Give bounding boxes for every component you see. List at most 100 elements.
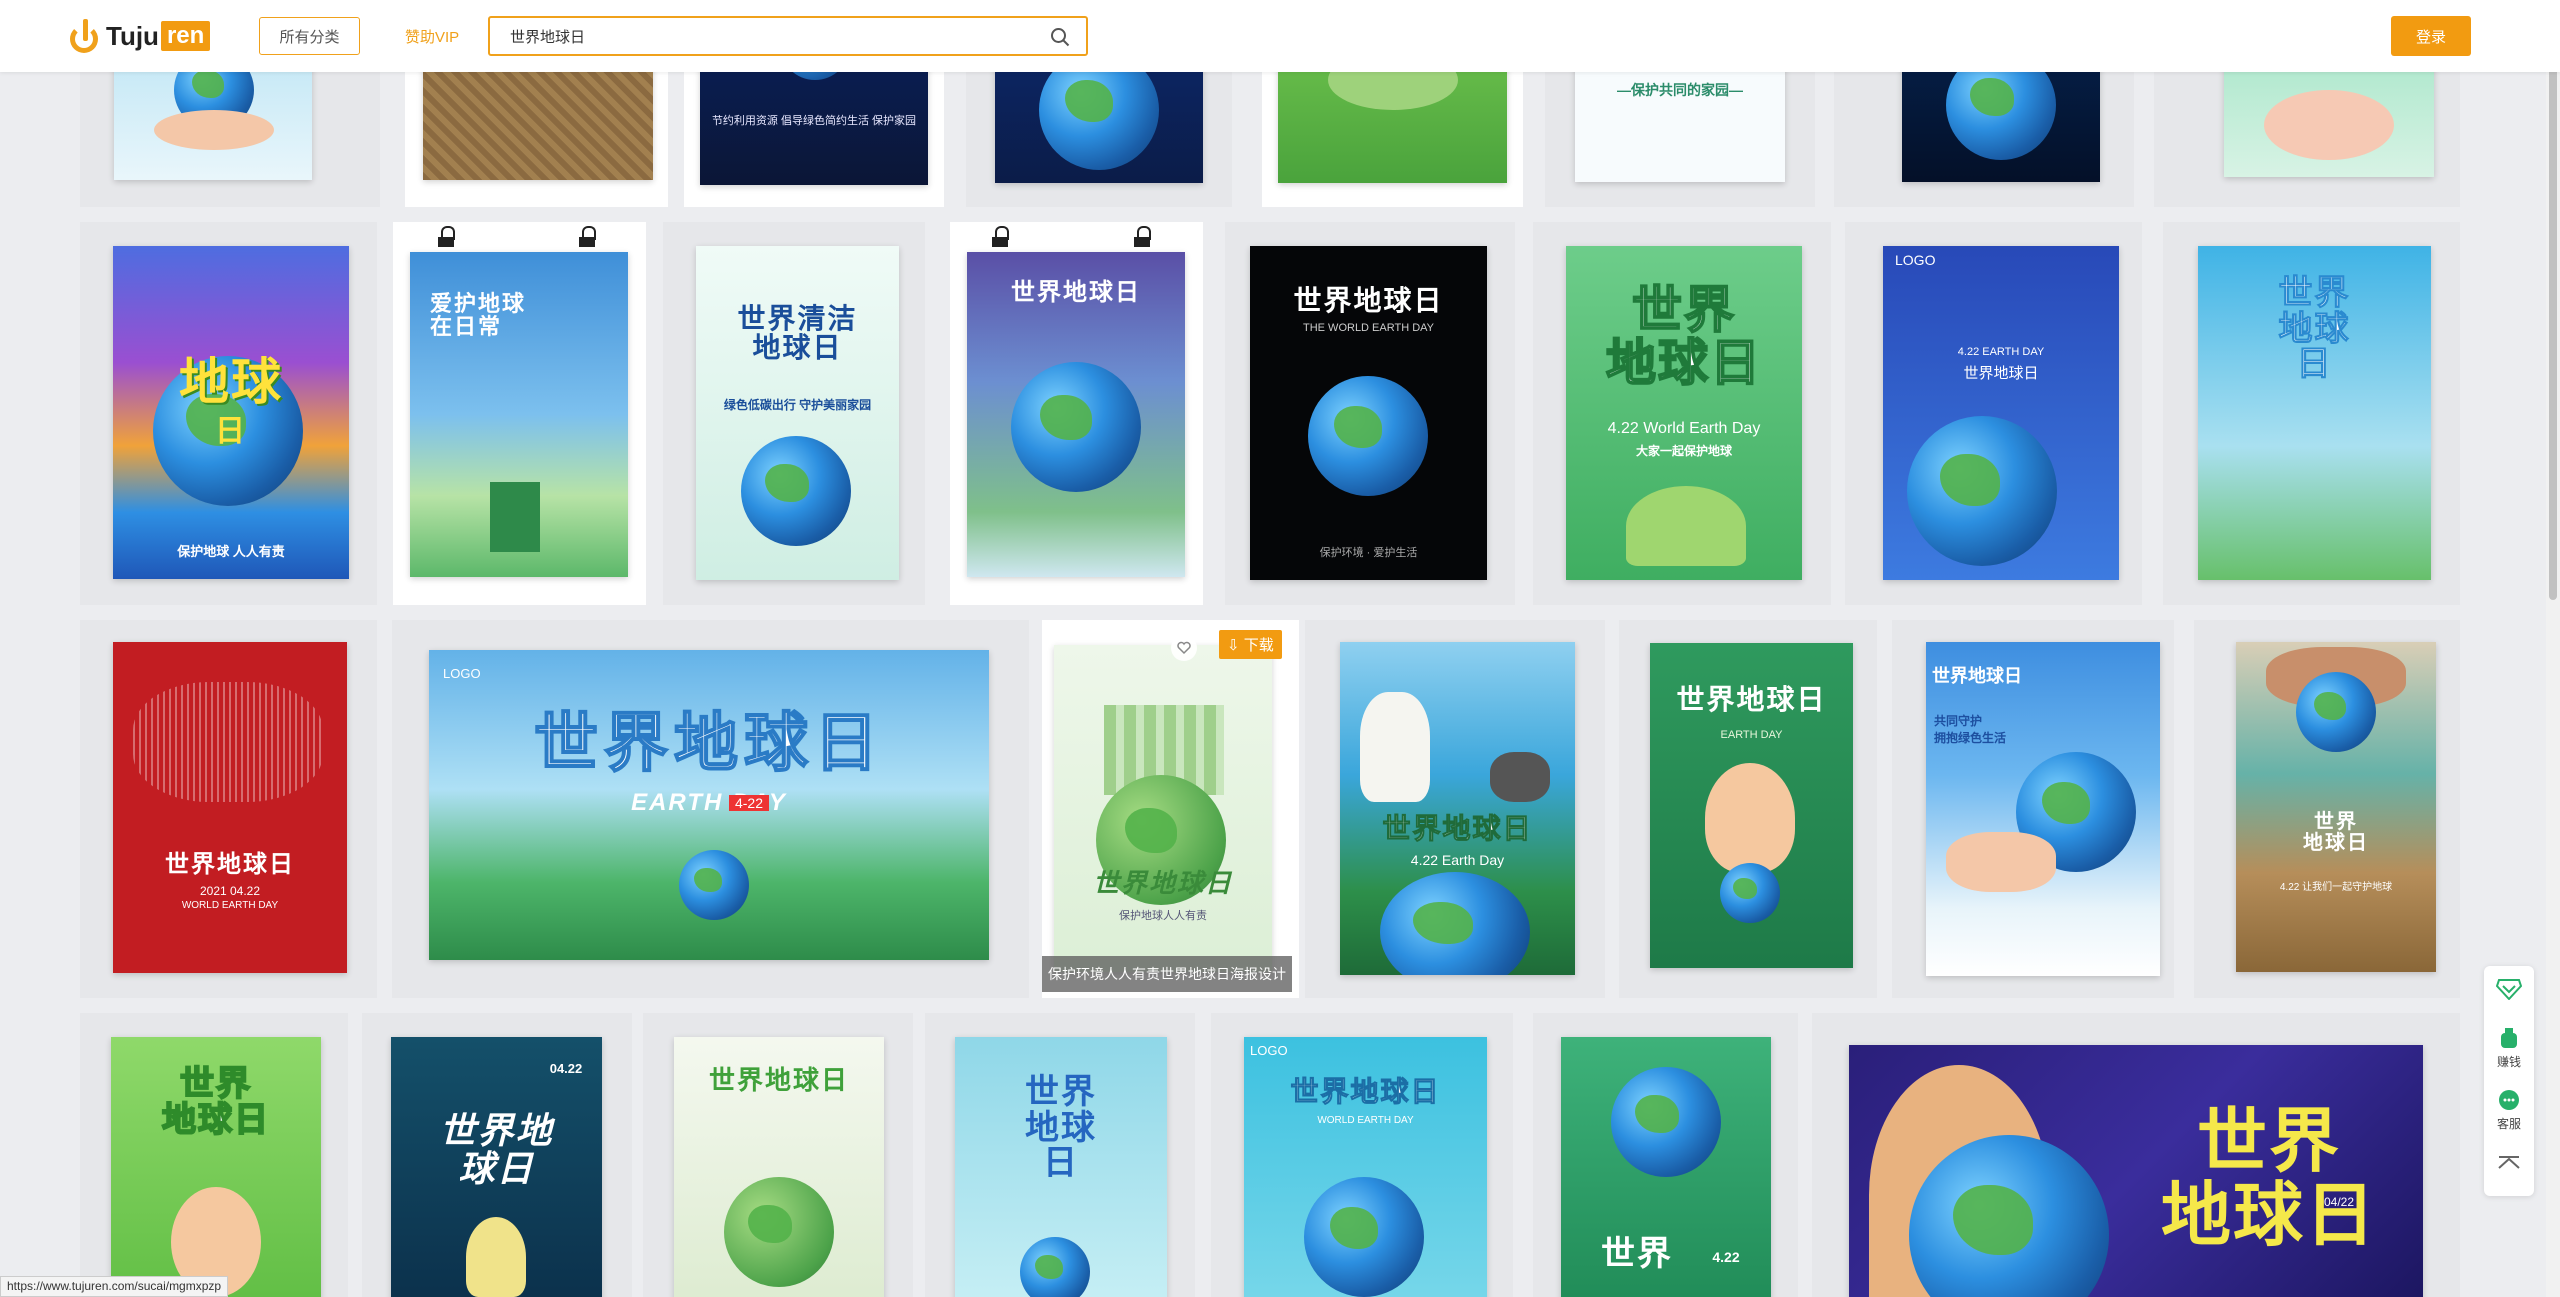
poster-title: 世界地球日 (1676, 684, 1827, 715)
poster-card[interactable]: 地球 日 保护地球 人人有责 (80, 222, 377, 605)
poster-thumbnail: 爱护地球 在日常 (410, 252, 628, 577)
poster-subtitle: EARTH DAY (1720, 729, 1783, 741)
page-scrollbar[interactable] (2546, 0, 2560, 1297)
poster-title: 世界地球日 (708, 1065, 849, 1095)
poster-subtitle: 4.22 Earth Day (1410, 852, 1505, 868)
search-input[interactable] (490, 18, 1030, 54)
poster-thumbnail: 世界 地球日 4.22 让我们一起守护地球 (2236, 642, 2436, 972)
poster-card[interactable]: 世界地球日 THE WORLD EARTH DAY 保护环境 · 爱护生活 (1225, 222, 1515, 605)
poster-thumbnail: 世界清洁 地球日 绿色低碳出行 守护美丽家园 (696, 246, 899, 580)
poster-thumbnail: 世界 4.22 (1561, 1037, 1771, 1297)
poster-subtitle: 保护地球人人有责 (1119, 910, 1207, 922)
back-to-top-icon[interactable] (2484, 1156, 2534, 1173)
search-icon[interactable] (1050, 27, 1070, 47)
poster-card[interactable]: 世界地球日 4.22 Earth Day (1305, 620, 1605, 998)
poster-card[interactable]: 世界地球日 共同守护 拥抱绿色生活 (1892, 620, 2174, 998)
poster-card[interactable]: 世界地球日 EARTH DAY (1619, 620, 1877, 998)
poster-card[interactable]: 世界 4.22 (1533, 1013, 1798, 1297)
poster-card[interactable]: LOGO 世界地球日 WORLD EARTH DAY (1211, 1013, 1513, 1297)
search-box (488, 16, 1088, 56)
poster-title: 世界 地球日 (2161, 1102, 2377, 1254)
poster-thumbnail: 世界地球日 保护地球人人有责 (1054, 645, 1272, 972)
poster-card[interactable]: 世界 地球 日 (2163, 222, 2460, 605)
poster-logo: LOGO (1250, 1043, 1288, 1058)
login-button[interactable]: 登录 (2391, 16, 2471, 56)
poster-title: 世界清洁 地球日 (737, 303, 858, 364)
poster-thumbnail: 世界地球日 共同守护 拥抱绿色生活 (1926, 642, 2160, 976)
link-status-bar: https://www.tujuren.com/sucai/mgmxpzp (0, 1276, 229, 1297)
poster-card[interactable]: 世界 地球日 04/22 (1812, 1013, 2460, 1297)
logo-icon (70, 19, 100, 53)
poster-date: 04.22 (549, 1061, 583, 1076)
poster-title: 世界 地球日 (161, 1065, 270, 1139)
poster-title: 地球 (179, 354, 283, 410)
poster-card[interactable]: 世界 地球日 4.22 World Earth Day 大家一起保护地球 (1533, 222, 1831, 605)
poster-thumbnail: 世界地球日 (674, 1037, 884, 1297)
all-categories-button[interactable]: 所有分类 (259, 17, 360, 55)
poster-card[interactable]: 世界地球日 2021 04.22 WORLD EARTH DAY (80, 620, 377, 998)
poster-thumbnail: 04.22 世界地 球日 (391, 1037, 602, 1297)
earn-money-button[interactable]: 赚钱 (2484, 1026, 2534, 1070)
sponsor-vip-link[interactable]: 赞助VIP (405, 26, 459, 47)
poster-logo: LOGO (443, 666, 481, 681)
poster-title: 世界 地球日 (2303, 811, 2369, 854)
poster-subtitle: 4.22 World Earth Day (1607, 420, 1761, 437)
poster-title: 世界地球日 (533, 707, 884, 779)
poster-subtitle: THE WORLD EARTH DAY (1303, 322, 1434, 334)
poster-date: 4.22 (1712, 1249, 1740, 1265)
money-bag-icon (2501, 1028, 2517, 1048)
download-label: 下载 (1243, 637, 1274, 654)
poster-title: 世界地球日 (1011, 279, 1141, 306)
chat-bubble-icon (2499, 1090, 2519, 1110)
poster-thumbnail: 世界 地球日 (111, 1037, 321, 1297)
poster-title: —保护共同的家园— (1617, 82, 1743, 98)
poster-subtitle: 4.22 让我们一起守护地球 (2279, 882, 2393, 893)
poster-caption[interactable]: 保护环境人人有责世界地球日海报设计 (1042, 956, 1292, 992)
poster-card-hovered[interactable]: 世界地球日 保护地球人人有责 ⇩ 下载 保护环境人人有责世界地球日海报设计 (1042, 620, 1299, 998)
poster-title: 世界地球日 (1092, 868, 1233, 898)
scrollbar-thumb[interactable] (2549, 40, 2557, 600)
poster-thumbnail: 世界 地球 日 (2198, 246, 2431, 580)
poster-card[interactable]: LOGO 4.22 EARTH DAY 世界地球日 (1845, 222, 2142, 605)
binder-clip-icon (992, 226, 1009, 250)
binder-clip-icon (1134, 226, 1151, 250)
customer-service-button[interactable]: 客服 (2484, 1088, 2534, 1132)
poster-card[interactable]: 世界 地球日 4.22 让我们一起守护地球 (2194, 620, 2460, 998)
poster-card[interactable]: 世界 地球 日 (925, 1013, 1195, 1297)
poster-thumbnail: LOGO 世界地球日 WORLD EARTH DAY (1244, 1037, 1487, 1297)
poster-thumbnail: 世界地球日 4.22 Earth Day (1340, 642, 1575, 975)
poster-footer: 保护环境 · 爱护生活 (1319, 547, 1418, 559)
favorite-heart-icon[interactable] (1171, 635, 1197, 661)
poster-card[interactable]: 世界清洁 地球日 绿色低碳出行 守护美丽家园 (663, 222, 925, 605)
poster-card[interactable]: 04.22 世界地 球日 (362, 1013, 632, 1297)
logo-badge: ren (160, 21, 211, 51)
poster-card[interactable]: 世界地球日 (643, 1013, 913, 1297)
service-label: 客服 (2496, 1117, 2521, 1131)
vip-diamond-icon[interactable] (2484, 978, 2534, 1003)
poster-subtitle: EARTH DAY (631, 789, 787, 816)
earn-label: 赚钱 (2496, 1055, 2521, 1069)
poster-title: 世界地球日 (1290, 1076, 1441, 1107)
poster-card[interactable]: 世界 地球日 (80, 1013, 348, 1297)
poster-subtitle: 4.22 EARTH DAY (1957, 346, 2045, 358)
poster-subtitle: 共同守护 拥抱绿色生活 (1934, 714, 2007, 745)
download-button[interactable]: ⇩ 下载 (1219, 630, 1282, 659)
top-header: Tuju ren 所有分类 赞助VIP 登录 (0, 0, 2560, 72)
poster-title: 世界地球日 (1293, 285, 1444, 316)
site-logo[interactable]: Tuju ren (70, 18, 211, 54)
floating-side-toolbar: 赚钱 客服 (2484, 966, 2534, 1196)
poster-card[interactable]: 世界地球日 (950, 222, 1203, 605)
poster-title: 世界地球日 (1963, 365, 2039, 382)
poster-thumbnail: 世界地球日 EARTH DAY (1650, 643, 1853, 968)
poster-card[interactable]: LOGO 世界地球日 EARTH DAY 4-22 (392, 620, 1029, 998)
poster-card[interactable]: 爱护地球 在日常 (393, 222, 646, 605)
poster-thumbnail: LOGO 4.22 EARTH DAY 世界地球日 (1883, 246, 2119, 580)
poster-thumbnail: 世界 地球日 4.22 World Earth Day 大家一起保护地球 (1566, 246, 1802, 580)
poster-footer: 大家一起保护地球 (1635, 444, 1732, 458)
poster-subtitle: 绿色低碳出行 守护美丽家园 (723, 398, 872, 412)
poster-footer: 保护地球 人人有责 (177, 544, 285, 559)
download-icon: ⇩ (1227, 637, 1244, 654)
poster-title: 世界地球日 (1382, 813, 1533, 844)
poster-title: 世界 地球 日 (1025, 1073, 1097, 1183)
poster-thumbnail: 地球 日 保护地球 人人有责 (113, 246, 349, 579)
